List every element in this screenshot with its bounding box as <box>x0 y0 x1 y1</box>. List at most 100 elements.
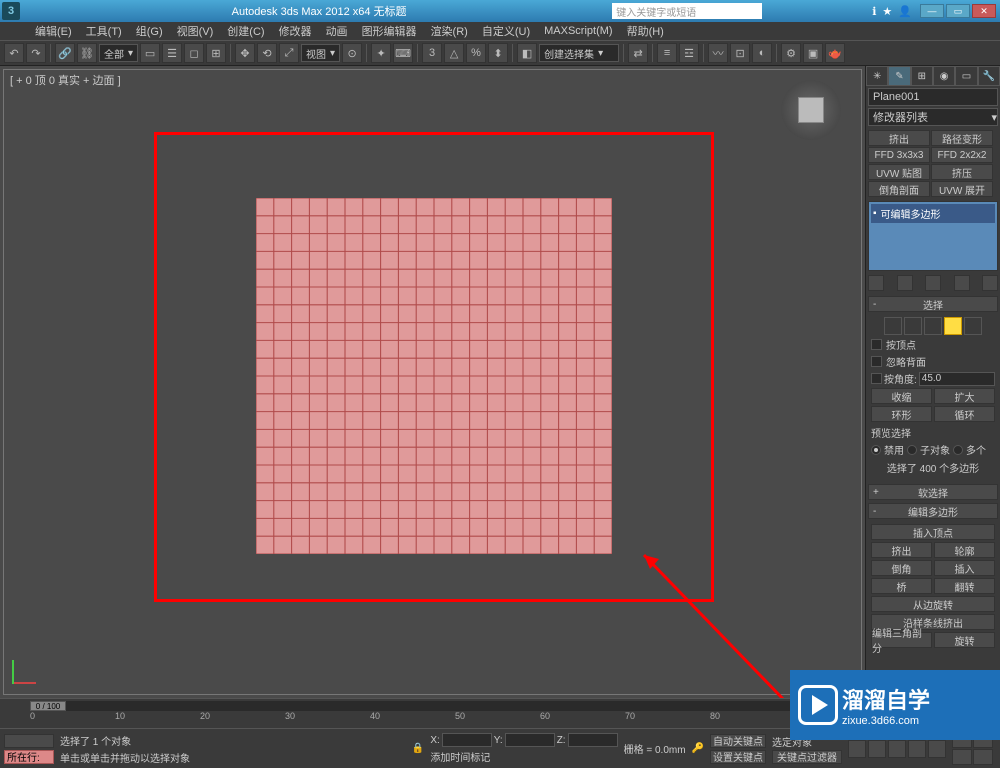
by-angle-checkbox[interactable] <box>871 373 882 384</box>
shrink-button[interactable]: 收缩 <box>871 388 932 404</box>
grow-button[interactable]: 扩大 <box>934 388 995 404</box>
tab-utilities-icon[interactable]: 🔧 <box>978 66 1000 86</box>
subobj-edge-icon[interactable] <box>904 317 922 335</box>
spinner-snap-icon[interactable]: ⬍ <box>488 43 508 63</box>
tab-motion-icon[interactable]: ◉ <box>933 66 955 86</box>
prev-frame-icon[interactable] <box>868 740 886 758</box>
menu-graph-editors[interactable]: 图形编辑器 <box>355 23 424 39</box>
lock-icon[interactable]: 🔒 <box>412 743 424 754</box>
ref-coord-system[interactable]: 视图▾ <box>301 44 340 62</box>
scale-icon[interactable]: ⤢ <box>279 43 299 63</box>
rollout-edit-polygons[interactable]: -编辑多边形 <box>868 503 998 519</box>
modifier-stack[interactable]: ▪ 可编辑多边形 <box>868 201 998 271</box>
modifier-list[interactable]: 修改器列表▾ <box>868 108 998 126</box>
ring-button[interactable]: 环形 <box>871 406 932 422</box>
insert-vertex-button[interactable]: 插入顶点 <box>871 524 995 540</box>
keymode-icon[interactable]: ⌨ <box>393 43 413 63</box>
viewport-label[interactable]: [ + 0 顶 0 真实 + 边面 ] <box>10 72 121 88</box>
subobj-element-icon[interactable] <box>964 317 982 335</box>
link-icon[interactable]: 🔗 <box>55 43 75 63</box>
schematic-icon[interactable]: ⊡ <box>730 43 750 63</box>
mod-bevel-profile[interactable]: 倒角剖面 <box>868 181 930 197</box>
object-name-field[interactable]: Plane001 <box>868 88 998 106</box>
render-icon[interactable]: 🫖 <box>825 43 845 63</box>
rollout-soft-selection[interactable]: +软选择 <box>868 484 998 500</box>
angle-snap-icon[interactable]: △ <box>444 43 464 63</box>
coord-z-field[interactable] <box>568 733 618 747</box>
mod-squeeze[interactable]: 挤压 <box>931 164 993 180</box>
plane-object[interactable] <box>256 198 612 554</box>
key-filters-button[interactable]: 关键点过滤器 <box>772 750 842 764</box>
star-icon[interactable]: ★ <box>882 5 892 18</box>
coord-y-field[interactable] <box>505 733 555 747</box>
extrude-button[interactable]: 挤出 <box>871 542 932 558</box>
mod-path-deform[interactable]: 路径变形 <box>931 130 993 146</box>
show-end-result-icon[interactable] <box>897 275 913 291</box>
add-time-tag[interactable]: 添加时间标记 <box>430 749 617 764</box>
menu-rendering[interactable]: 渲染(R) <box>424 23 475 39</box>
layers-icon[interactable]: ☲ <box>679 43 699 63</box>
menu-modifiers[interactable]: 修改器 <box>272 23 319 39</box>
tab-hierarchy-icon[interactable]: ⊞ <box>911 66 933 86</box>
named-sel-icon[interactable]: ◧ <box>517 43 537 63</box>
select-region-icon[interactable]: ◻ <box>184 43 204 63</box>
preview-subobj-radio[interactable] <box>907 445 917 455</box>
align-icon[interactable]: ≡ <box>657 43 677 63</box>
key-icon[interactable]: 🔑 <box>692 743 704 754</box>
move-icon[interactable]: ✥ <box>235 43 255 63</box>
pin-stack-icon[interactable] <box>868 275 884 291</box>
angle-field[interactable]: 45.0 <box>919 372 995 386</box>
goto-end-icon[interactable] <box>928 740 946 758</box>
hinge-button[interactable]: 从边旋转 <box>871 596 995 612</box>
mod-uvw-map[interactable]: UVW 贴图 <box>868 164 930 180</box>
selection-filter[interactable]: 全部▾ <box>99 44 138 62</box>
loop-button[interactable]: 循环 <box>934 406 995 422</box>
unlink-icon[interactable]: ⛓ <box>77 43 97 63</box>
snap-toggle-icon[interactable]: 3 <box>422 43 442 63</box>
time-handle[interactable]: 0 / 100 <box>30 701 66 711</box>
minimize-button[interactable]: — <box>920 4 944 18</box>
play-icon[interactable] <box>888 740 906 758</box>
select-name-icon[interactable]: ☰ <box>162 43 182 63</box>
setkey-button[interactable]: 设置关键点 <box>710 750 766 764</box>
manipulate-icon[interactable]: ✦ <box>371 43 391 63</box>
menu-help[interactable]: 帮助(H) <box>620 23 671 39</box>
help-icon[interactable]: ℹ <box>872 5 876 18</box>
menu-edit[interactable]: 编辑(E) <box>28 23 79 39</box>
subobj-vertex-icon[interactable] <box>884 317 902 335</box>
menu-create[interactable]: 创建(C) <box>220 23 271 39</box>
tab-display-icon[interactable]: ▭ <box>955 66 977 86</box>
menu-tools[interactable]: 工具(T) <box>79 23 129 39</box>
mod-ffd2[interactable]: FFD 2x2x2 <box>931 147 993 163</box>
subobj-border-icon[interactable] <box>924 317 942 335</box>
track-bar-icon[interactable] <box>4 734 54 748</box>
preview-off-radio[interactable] <box>871 445 881 455</box>
tab-create-icon[interactable]: ✳ <box>866 66 888 86</box>
mirror-icon[interactable]: ⇄ <box>628 43 648 63</box>
mod-uvw-unwrap[interactable]: UVW 展开 <box>931 181 993 197</box>
flip-button[interactable]: 翻转 <box>934 578 995 594</box>
percent-snap-icon[interactable]: % <box>466 43 486 63</box>
signin-icon[interactable]: 👤 <box>898 5 912 18</box>
goto-start-icon[interactable] <box>848 740 866 758</box>
menu-group[interactable]: 组(G) <box>129 23 170 39</box>
autokey-button[interactable]: 自动关键点 <box>710 734 766 748</box>
next-frame-icon[interactable] <box>908 740 926 758</box>
tab-modify-icon[interactable]: ✎ <box>888 66 910 86</box>
menu-maxscript[interactable]: MAXScript(M) <box>537 25 619 37</box>
outline-button[interactable]: 轮廓 <box>934 542 995 558</box>
bridge-button[interactable]: 桥 <box>871 578 932 594</box>
bevel-button[interactable]: 倒角 <box>871 560 932 576</box>
by-vertex-checkbox[interactable]: 按顶点 <box>871 337 995 352</box>
configure-sets-icon[interactable] <box>982 275 998 291</box>
undo-icon[interactable]: ↶ <box>4 43 24 63</box>
mod-ffd3[interactable]: FFD 3x3x3 <box>868 147 930 163</box>
window-crossing-icon[interactable]: ⊞ <box>206 43 226 63</box>
make-unique-icon[interactable] <box>925 275 941 291</box>
render-frame-icon[interactable]: ▣ <box>803 43 823 63</box>
redo-icon[interactable]: ↷ <box>26 43 46 63</box>
close-button[interactable]: ✕ <box>972 4 996 18</box>
retri-button[interactable]: 旋转 <box>934 632 995 648</box>
maximize-viewport-icon[interactable] <box>973 749 993 765</box>
menu-animation[interactable]: 动画 <box>319 23 355 39</box>
